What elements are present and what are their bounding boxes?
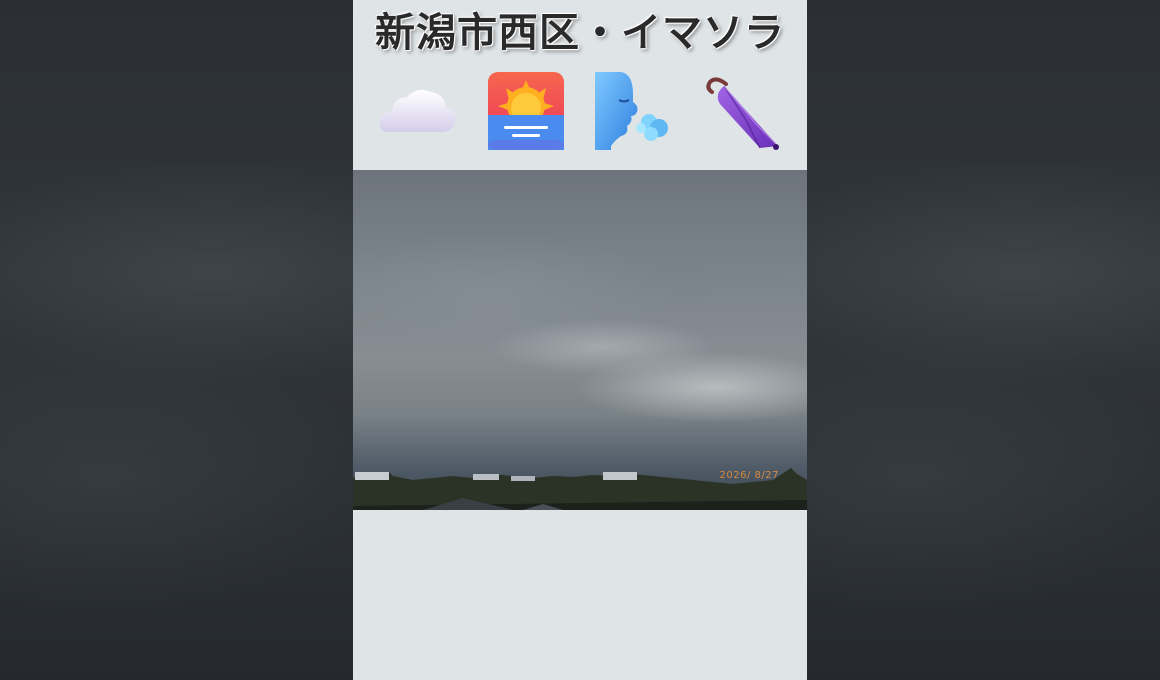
cloud-icon [375, 70, 459, 154]
blurred-sky-left [0, 0, 353, 680]
wind-face-icon [591, 70, 675, 154]
closed-umbrella-icon [700, 70, 784, 154]
page-title: 新潟市西区・イマソラ [375, 9, 785, 56]
sky-photo: 2026/ 8/27 [353, 170, 807, 510]
content-panel: 新潟市西区・イマソラ 2026/ 8/27 [353, 0, 807, 680]
sunrise-icon [484, 70, 568, 154]
blurred-sky-right [807, 0, 1160, 680]
weather-icons-row [353, 70, 807, 154]
date-stamp: 2026/ 8/27 [719, 470, 779, 481]
